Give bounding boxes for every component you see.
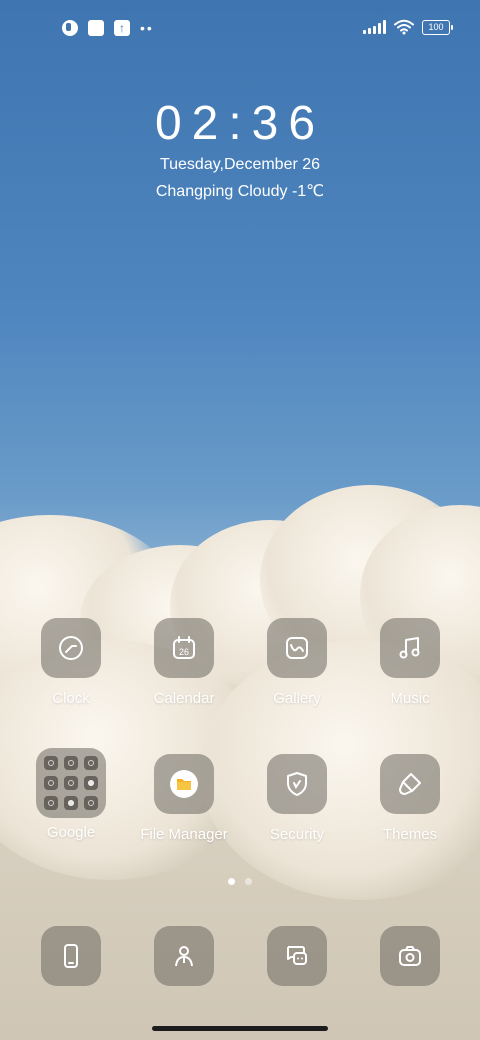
page-indicator[interactable]: [228, 878, 252, 885]
brush-icon: [380, 754, 440, 814]
app-clock[interactable]: Clock: [11, 618, 131, 707]
app-label: Google: [46, 824, 96, 841]
clock-time[interactable]: 02:36: [0, 96, 480, 151]
music-note-icon: [380, 618, 440, 678]
app-label: Music: [390, 690, 430, 707]
messages-icon: [267, 926, 327, 986]
app-label: Gallery: [273, 690, 321, 707]
contacts-icon: [154, 926, 214, 986]
gallery-icon: [267, 618, 327, 678]
notification-icons: ↑ ••: [62, 20, 154, 36]
folder-icon: [36, 748, 106, 818]
app-themes[interactable]: Themes: [350, 754, 470, 843]
clock-icon: [41, 618, 101, 678]
page-dot[interactable]: [245, 878, 252, 885]
system-icons: 100: [363, 19, 453, 35]
app-label: Security: [269, 826, 325, 843]
app-file-manager[interactable]: File Manager: [124, 754, 244, 843]
file-manager-icon: [154, 754, 214, 814]
app-security[interactable]: Security: [237, 754, 357, 843]
folder-google[interactable]: Google: [11, 748, 131, 841]
app-label: Calendar: [153, 690, 215, 707]
dock-phone[interactable]: [11, 926, 131, 986]
notification-app-icon: [62, 20, 78, 36]
app-gallery[interactable]: Gallery: [237, 618, 357, 707]
home-indicator[interactable]: [152, 1026, 328, 1031]
app-label: Themes: [382, 826, 438, 843]
folder-app-grid: [44, 756, 98, 810]
more-dots-icon: ••: [140, 20, 154, 36]
calendar-badge: 26: [179, 647, 189, 657]
dock-camera[interactable]: [350, 926, 470, 986]
wifi-icon: [394, 19, 414, 35]
page-dot-active[interactable]: [228, 878, 235, 885]
dock-messages[interactable]: [237, 926, 357, 986]
app-label: Clock: [52, 690, 90, 707]
upload-icon: ↑: [114, 20, 130, 36]
square-icon: [88, 20, 104, 36]
date-text[interactable]: Tuesday,December 26: [0, 156, 480, 174]
app-label: File Manager: [140, 826, 228, 843]
phone-icon: [41, 926, 101, 986]
app-calendar[interactable]: 26 Calendar: [124, 618, 244, 707]
dock-contacts[interactable]: [124, 926, 244, 986]
weather-text[interactable]: Changping Cloudy -1℃: [0, 181, 480, 201]
status-bar: ↑ •• 100: [0, 16, 480, 40]
battery-icon: 100: [422, 19, 453, 35]
camera-icon: [380, 926, 440, 986]
app-music[interactable]: Music: [350, 618, 470, 707]
signal-icon: [363, 20, 386, 34]
shield-icon: [267, 754, 327, 814]
calendar-icon: 26: [154, 618, 214, 678]
